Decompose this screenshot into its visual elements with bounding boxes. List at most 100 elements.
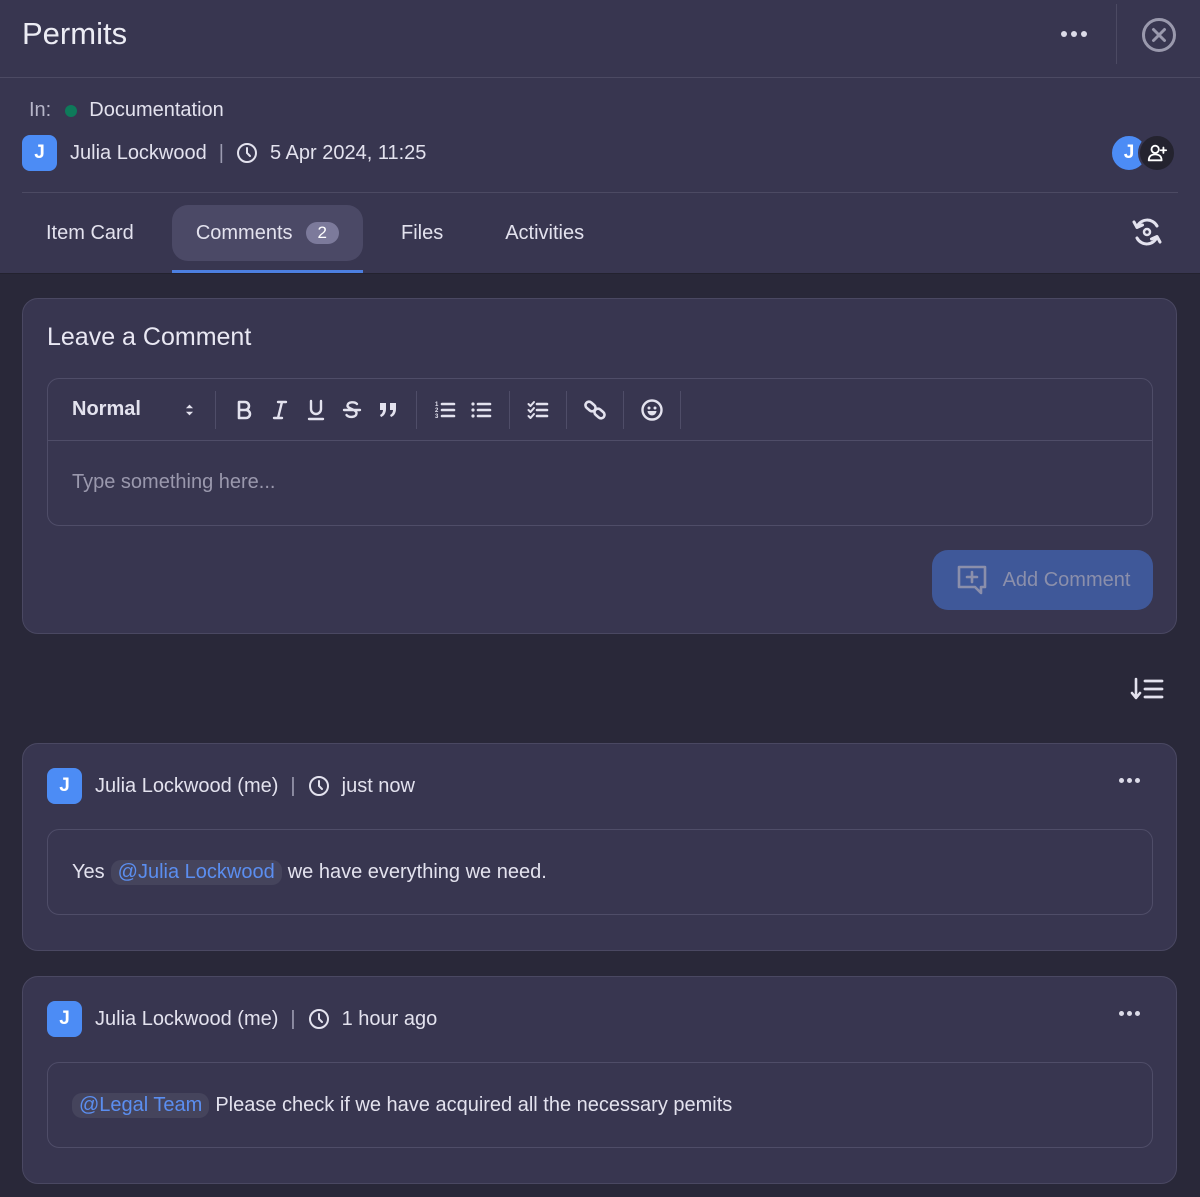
separator: | <box>290 1007 296 1030</box>
underline-button[interactable] <box>298 392 334 428</box>
strikethrough-button[interactable] <box>334 392 370 428</box>
members-group: J <box>1110 133 1180 173</box>
author-name: Julia Lockwood (me) <box>95 774 279 797</box>
item-meta: J Julia Lockwood | 5 Apr 2024, 11:25 <box>22 135 426 171</box>
workspace-link[interactable]: Documentation <box>89 99 224 122</box>
text-format-select[interactable]: Normal <box>48 390 216 429</box>
clock-icon <box>308 776 329 796</box>
workspace-location: In: Documentation <box>29 99 224 122</box>
tab-comments[interactable]: Comments 2 <box>171 205 364 273</box>
toolbar-group-lists: 123 <box>417 390 510 429</box>
checklist-button[interactable] <box>520 392 556 428</box>
author-avatar: J <box>47 768 82 804</box>
comment-time: 1 hour ago <box>341 1007 438 1030</box>
separator: | <box>218 141 224 164</box>
comment-more-button[interactable] <box>1113 772 1146 789</box>
comment-body: @Legal Team Please check if we have acqui… <box>47 1062 1153 1148</box>
more-dot <box>1127 778 1132 783</box>
quote-button[interactable] <box>370 392 406 428</box>
comment-header: J Julia Lockwood (me) | just now <box>47 768 415 804</box>
comment-text: Please check if we have acquired all the… <box>215 1093 733 1116</box>
comment-card: J Julia Lockwood (me) | 1 hour ago @Lega… <box>22 976 1177 1184</box>
toolbar-group-checklist <box>510 390 567 429</box>
toolbar-group-format <box>216 390 417 429</box>
comment-card: J Julia Lockwood (me) | just now Yes @Jul… <box>22 743 1177 951</box>
tab-label: Files <box>400 221 444 244</box>
comment-input[interactable] <box>72 471 1128 494</box>
italic-button[interactable] <box>262 392 298 428</box>
tab-bar: Item Card Comments 2 Files Activities <box>22 205 622 273</box>
editor-body <box>48 441 1152 524</box>
user-plus-icon <box>1147 144 1168 162</box>
clock-icon <box>236 143 257 163</box>
mention-tag[interactable]: @Julia Lockwood <box>110 859 282 885</box>
emoji-button[interactable] <box>634 392 670 428</box>
quote-icon <box>380 402 396 417</box>
chevron-up-down-icon <box>185 404 194 415</box>
add-comment-icon <box>957 565 986 595</box>
clock-icon <box>308 1009 329 1029</box>
sort-comments-button[interactable] <box>1130 676 1164 702</box>
sort-descending-icon <box>1130 677 1164 700</box>
comment-text: Yes <box>72 860 105 883</box>
tab-activities[interactable]: Activities <box>481 205 608 261</box>
strikethrough-icon <box>342 400 362 418</box>
tab-label: Comments <box>195 221 293 244</box>
bold-icon <box>237 400 252 419</box>
tab-item-card[interactable]: Item Card <box>22 205 158 261</box>
bullet-list-icon <box>471 401 492 418</box>
author-name: Julia Lockwood (me) <box>95 1007 279 1030</box>
owner-avatar: J <box>22 135 57 171</box>
in-label: In: <box>29 99 52 121</box>
ordered-list-button[interactable]: 123 <box>427 392 463 428</box>
rich-text-editor: Normal 123 <box>47 378 1153 526</box>
close-circle-icon <box>1142 18 1176 52</box>
comment-body: Yes @Julia Lockwood we have everything we … <box>47 829 1153 915</box>
more-dot <box>1135 1011 1140 1016</box>
bold-button[interactable] <box>226 392 262 428</box>
separator: | <box>290 774 296 797</box>
comment-time: just now <box>341 774 415 797</box>
workspace-color-dot <box>65 104 78 117</box>
created-timestamp: 5 Apr 2024, 11:25 <box>269 141 427 164</box>
text-format-value: Normal <box>72 398 141 420</box>
more-dot <box>1135 778 1140 783</box>
divider <box>22 192 1178 193</box>
add-member-button[interactable] <box>1138 134 1176 172</box>
underline-icon <box>307 399 325 420</box>
comment-text: we have everything we need. <box>287 860 547 883</box>
tab-label: Item Card <box>46 221 134 244</box>
comment-header: J Julia Lockwood (me) | 1 hour ago <box>47 1001 437 1037</box>
link-button[interactable] <box>577 392 613 428</box>
more-horizontal-icon <box>1061 31 1067 37</box>
add-comment-button[interactable]: Add Comment <box>932 550 1153 610</box>
add-comment-label: Add Comment <box>1002 568 1131 591</box>
more-horizontal-icon <box>1119 778 1124 783</box>
toolbar-group-emoji <box>624 390 681 429</box>
title-bar: Permits <box>0 0 1200 78</box>
comment-more-button[interactable] <box>1113 1005 1146 1022</box>
more-options-button[interactable] <box>1056 20 1092 48</box>
comments-count-badge: 2 <box>305 222 339 244</box>
svg-text:3: 3 <box>435 414 439 420</box>
more-dot <box>1081 31 1087 37</box>
author-avatar: J <box>47 1001 82 1037</box>
editor-toolbar: Normal 123 <box>48 379 1152 441</box>
divider <box>1116 4 1117 64</box>
emoji-icon <box>641 398 663 421</box>
link-icon <box>584 399 606 420</box>
item-panel-header: Permits In: Documentation J Julia Lockwo… <box>0 0 1200 274</box>
more-dot <box>1127 1011 1132 1016</box>
tab-files[interactable]: Files <box>377 205 467 261</box>
more-horizontal-icon <box>1119 1011 1124 1016</box>
ordered-list-icon: 123 <box>435 402 456 420</box>
sync-icon <box>1132 218 1162 246</box>
more-dot <box>1071 31 1077 37</box>
mention-tag[interactable]: @Legal Team <box>72 1092 210 1118</box>
bullet-list-button[interactable] <box>463 392 499 428</box>
tab-label: Activities <box>505 221 585 244</box>
sync-button[interactable] <box>1128 213 1166 251</box>
composer-title: Leave a Comment <box>47 323 252 351</box>
italic-icon <box>272 400 288 419</box>
close-button[interactable] <box>1141 17 1177 53</box>
